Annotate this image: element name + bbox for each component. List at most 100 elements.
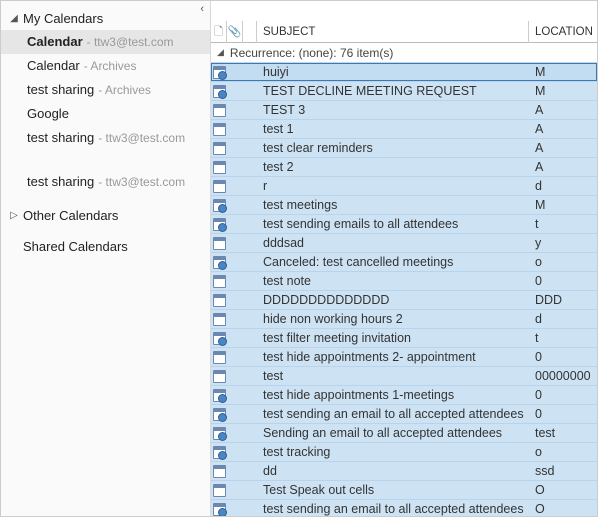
rows-container: huiyiMTEST DECLINE MEETING REQUESTMTEST … <box>211 63 597 516</box>
appointment-icon <box>211 234 227 253</box>
calendar-name: test sharing <box>27 81 94 99</box>
meeting-icon <box>211 82 227 101</box>
meeting-icon <box>211 386 227 405</box>
location-cell: o <box>529 255 597 269</box>
meeting-icon <box>211 424 227 443</box>
table-row[interactable]: Canceled: test cancelled meetingso <box>211 253 597 272</box>
table-row[interactable]: test sending emails to all attendeest <box>211 215 597 234</box>
table-row[interactable]: test hide appointments 1-meetings0 <box>211 386 597 405</box>
location-cell: o <box>529 445 597 459</box>
column-subject[interactable]: SUBJECT <box>257 21 529 43</box>
table-row[interactable]: TEST DECLINE MEETING REQUESTM <box>211 82 597 101</box>
column-headers: 🗋 📎 SUBJECT LOCATION <box>211 21 597 43</box>
section-label: Shared Calendars <box>23 239 128 254</box>
table-row[interactable]: dddsady <box>211 234 597 253</box>
subject-cell: DDDDDDDDDDDDDD <box>257 293 529 307</box>
column-icon[interactable]: 🗋 <box>211 21 227 43</box>
subject-cell: test hide appointments 2- appointment <box>257 350 529 364</box>
table-row[interactable]: test sending an email to all accepted at… <box>211 500 597 516</box>
calendar-item[interactable]: Google <box>1 102 210 126</box>
table-row[interactable]: test note0 <box>211 272 597 291</box>
table-row[interactable]: test sending an email to all accepted at… <box>211 405 597 424</box>
section-label: My Calendars <box>23 11 103 26</box>
section-my-calendars[interactable]: ◢ My Calendars <box>1 7 210 28</box>
meeting-icon <box>211 215 227 234</box>
location-cell: 00000000 <box>529 369 597 383</box>
table-row[interactable]: test meetingsM <box>211 196 597 215</box>
subject-cell: test sending an email to all accepted at… <box>257 502 529 516</box>
calendar-item[interactable]: test sharing- ttw3@test.com <box>1 170 210 194</box>
group-header[interactable]: ◢ Recurrence: (none): 76 item(s) <box>211 43 597 63</box>
appointment-icon <box>211 348 227 367</box>
appointment-icon <box>211 367 227 386</box>
appointment-icon <box>211 139 227 158</box>
location-cell: DDD <box>529 293 597 307</box>
location-cell: A <box>529 160 597 174</box>
appointment-icon <box>211 158 227 177</box>
calendar-suffix: - Archives <box>84 57 137 75</box>
subject-cell: test tracking <box>257 445 529 459</box>
location-cell: t <box>529 217 597 231</box>
calendar-suffix: - ttw3@test.com <box>87 33 174 51</box>
appointment-icon <box>211 291 227 310</box>
appointment-icon <box>211 481 227 500</box>
table-row[interactable]: huiyiM <box>211 63 597 82</box>
calendar-name: test sharing <box>27 129 94 147</box>
subject-cell: hide non working hours 2 <box>257 312 529 326</box>
section-shared-calendars[interactable]: Shared Calendars <box>1 235 210 256</box>
location-cell: 0 <box>529 274 597 288</box>
table-row[interactable]: DDDDDDDDDDDDDDDDD <box>211 291 597 310</box>
subject-cell: test sending an email to all accepted at… <box>257 407 529 421</box>
appointment-icon <box>211 462 227 481</box>
table-row[interactable]: test00000000 <box>211 367 597 386</box>
table-row[interactable]: Sending an email to all accepted attende… <box>211 424 597 443</box>
collapse-panel-button[interactable]: ‹ <box>200 3 204 15</box>
table-row[interactable]: rd <box>211 177 597 196</box>
subject-cell: test meetings <box>257 198 529 212</box>
calendar-item[interactable]: test sharing- Archives <box>1 78 210 102</box>
calendar-suffix: - Archives <box>98 81 151 99</box>
column-spacer <box>243 21 257 43</box>
location-cell: ssd <box>529 464 597 478</box>
table-row[interactable]: Test Speak out cellsO <box>211 481 597 500</box>
table-row[interactable]: ddssd <box>211 462 597 481</box>
table-row[interactable]: test filter meeting invitationt <box>211 329 597 348</box>
appointment-icon <box>211 177 227 196</box>
column-location[interactable]: LOCATION <box>529 21 597 43</box>
caret-right-icon: ▷ <box>9 210 19 221</box>
table-row[interactable]: test 2A <box>211 158 597 177</box>
location-cell: M <box>529 198 597 212</box>
subject-cell: test <box>257 369 529 383</box>
calendar-name: Google <box>27 105 69 123</box>
calendar-item[interactable]: Calendar- Archives <box>1 54 210 78</box>
location-cell: t <box>529 331 597 345</box>
column-attachment[interactable]: 📎 <box>227 21 243 43</box>
subject-cell: test note <box>257 274 529 288</box>
subject-cell: Canceled: test cancelled meetings <box>257 255 529 269</box>
subject-cell: test 2 <box>257 160 529 174</box>
location-cell: 0 <box>529 407 597 421</box>
table-row[interactable]: test trackingo <box>211 443 597 462</box>
subject-cell: test filter meeting invitation <box>257 331 529 345</box>
meeting-icon <box>211 443 227 462</box>
table-row[interactable]: hide non working hours 2d <box>211 310 597 329</box>
section-label: Other Calendars <box>23 208 118 223</box>
location-cell: 0 <box>529 350 597 364</box>
meeting-icon <box>211 329 227 348</box>
calendar-item[interactable]: Calendar- ttw3@test.com <box>1 30 210 54</box>
location-cell: M <box>529 84 597 98</box>
calendar-list: Calendar- ttw3@test.comCalendar- Archive… <box>1 28 210 204</box>
subject-cell: Test Speak out cells <box>257 483 529 497</box>
location-cell: A <box>529 122 597 136</box>
calendar-item[interactable]: test sharing- ttw3@test.com <box>1 126 210 150</box>
appointment-icon <box>211 120 227 139</box>
table-row[interactable]: test clear remindersA <box>211 139 597 158</box>
table-row[interactable]: test hide appointments 2- appointment0 <box>211 348 597 367</box>
section-other-calendars[interactable]: ▷ Other Calendars <box>1 204 210 225</box>
appointment-icon <box>211 310 227 329</box>
table-row[interactable]: test 1A <box>211 120 597 139</box>
table-row[interactable]: TEST 3A <box>211 101 597 120</box>
app-frame: ‹ ◢ My Calendars Calendar- ttw3@test.com… <box>0 0 598 517</box>
subject-cell: dddsad <box>257 236 529 250</box>
location-cell: A <box>529 141 597 155</box>
